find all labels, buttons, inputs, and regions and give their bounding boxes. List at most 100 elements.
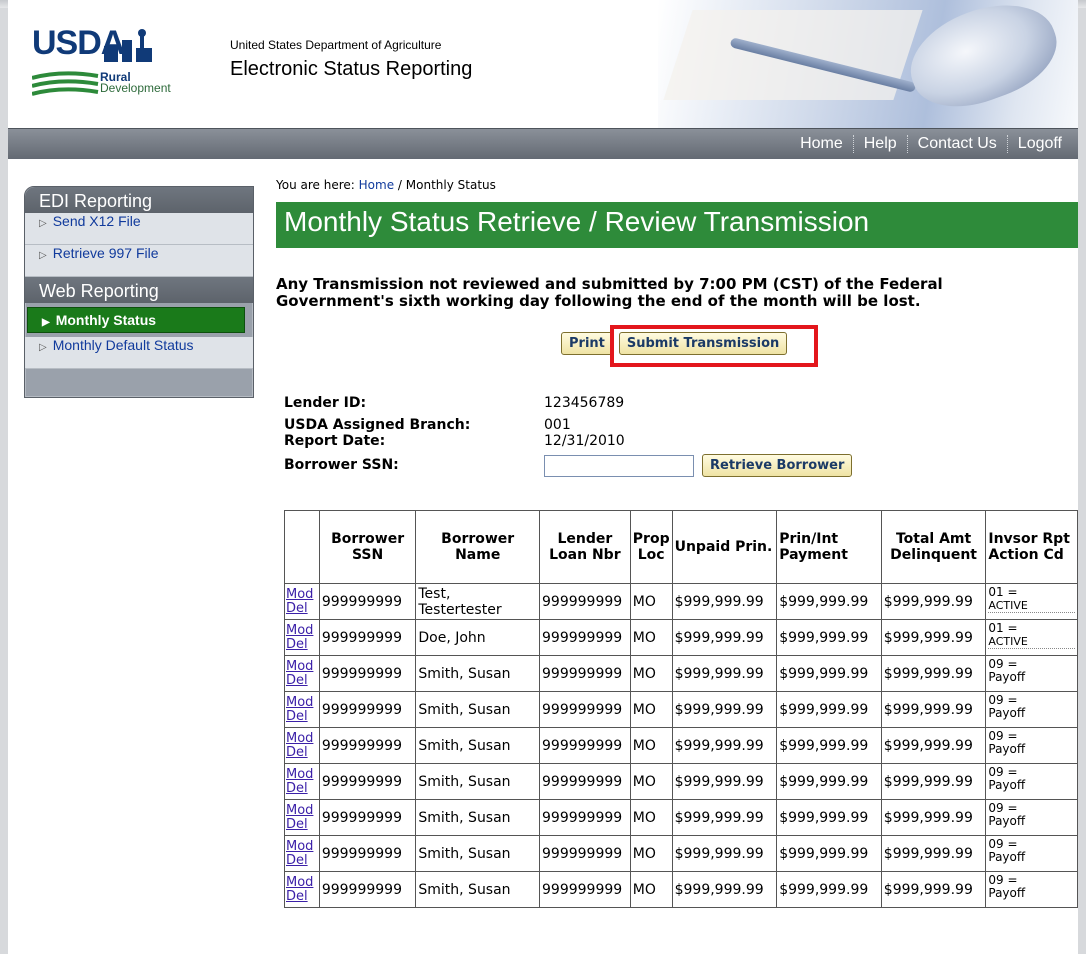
cell-loan: 999999999 <box>539 655 631 692</box>
lender-id-value: 123456789 <box>544 395 625 411</box>
modify-link[interactable]: Mod <box>286 587 318 602</box>
page-title: Monthly Status Retrieve / Review Transmi… <box>284 206 870 237</box>
cell-delinquent: $999,999.99 <box>880 799 987 836</box>
col-header-loc: Prop Loc <box>629 510 673 584</box>
action-description: Payoff <box>988 778 1026 792</box>
action-description: Payoff <box>988 850 1026 864</box>
cell-payment: $999,999.99 <box>776 871 882 908</box>
cell-name: Smith, Susan <box>415 655 540 692</box>
nav-help-link[interactable]: Help <box>852 135 907 153</box>
cell-payment: $999,999.99 <box>776 691 882 728</box>
logo-swoosh <box>32 71 99 96</box>
nav-contact-us-link[interactable]: Contact Us <box>906 135 1007 153</box>
action-code: 01 = <box>988 585 1018 599</box>
sidebar: EDI Reporting ▷ Send X12 File ▷ Retrieve 9… <box>24 186 254 398</box>
sidebar-item-monthly-status[interactable]: ▶ Monthly Status <box>27 307 245 333</box>
cell-ssn: 999999999 <box>318 691 417 728</box>
cell-action-cd[interactable]: 09 = Payoff <box>985 835 1078 872</box>
cell-action-cd[interactable]: 09 = Payoff <box>985 691 1078 728</box>
modify-link[interactable]: Mod <box>286 767 318 782</box>
cell-action-cd[interactable]: 01 = ACTIVE <box>985 619 1078 656</box>
delete-link[interactable]: Del <box>286 673 318 688</box>
cell-loan: 999999999 <box>539 619 631 656</box>
col-header-actions <box>284 510 320 584</box>
cell-loan: 999999999 <box>539 799 631 836</box>
highlight-box <box>610 325 818 367</box>
sidebar-item-label: Send X12 File <box>52 213 141 229</box>
row-actions: Mod Del <box>284 871 320 908</box>
table-body: Mod Del 999999999 Test, Testertester 9999999… <box>284 583 1078 908</box>
delete-link[interactable]: Del <box>286 745 318 760</box>
cell-ssn: 999999999 <box>318 727 417 764</box>
delete-link[interactable]: Del <box>286 889 318 904</box>
action-code: 01 = <box>988 621 1018 635</box>
delete-link[interactable]: Del <box>286 637 318 652</box>
deadline-warning: Any Transmission not reviewed and submit… <box>276 275 943 310</box>
row-actions: Mod Del <box>284 583 320 620</box>
breadcrumb-current: Monthly Status <box>405 178 496 192</box>
cell-action-cd[interactable]: 09 = Payoff <box>985 655 1078 692</box>
cell-ssn: 999999999 <box>318 835 417 872</box>
borrower-ssn-input[interactable] <box>544 455 694 477</box>
modify-link[interactable]: Mod <box>286 659 318 674</box>
delete-link[interactable]: Del <box>286 601 318 616</box>
modify-link[interactable]: Mod <box>286 839 318 854</box>
cell-name: Doe, John <box>415 619 540 656</box>
cell-action-cd[interactable]: 01 = ACTIVE <box>985 583 1078 620</box>
table-row: Mod Del 999999999 Smith, Susan 999999999 MO $9… <box>284 691 1078 728</box>
sidebar-item-retrieve-997[interactable]: ▷ Retrieve 997 File <box>25 245 253 277</box>
delete-link[interactable]: Del <box>286 853 318 868</box>
retrieve-borrower-button[interactable]: Retrieve Borrower <box>702 454 853 477</box>
modify-link[interactable]: Mod <box>286 875 318 890</box>
cell-action-cd[interactable]: 09 = Payoff <box>985 799 1078 836</box>
usda-logo[interactable]: USDA Rural Development <box>32 24 222 96</box>
cell-payment: $999,999.99 <box>776 835 882 872</box>
nav-home-link[interactable]: Home <box>790 135 853 153</box>
modify-link[interactable]: Mod <box>286 803 318 818</box>
sidebar-item-monthly-default-status[interactable]: ▷ Monthly Default Status <box>25 337 253 369</box>
cell-action-cd[interactable]: 09 = Payoff <box>985 763 1078 800</box>
print-button[interactable]: Print <box>561 332 613 355</box>
branch-label: USDA Assigned Branch: <box>284 417 471 433</box>
top-nav-bar: Home Help Contact Us Logoff <box>8 128 1078 159</box>
table-row: Mod Del 999999999 Smith, Susan 999999999 MO $9… <box>284 835 1078 872</box>
col-header-action-cd: Invsor Rpt Action Cd <box>985 510 1078 584</box>
nav-logoff-link[interactable]: Logoff <box>1006 135 1072 153</box>
cell-unpaid: $999,999.99 <box>671 619 778 656</box>
breadcrumb-home-link[interactable]: Home <box>359 178 394 192</box>
cell-delinquent: $999,999.99 <box>880 727 987 764</box>
modify-link[interactable]: Mod <box>286 695 318 710</box>
col-header-unpaid: Unpaid Prin. <box>671 510 778 584</box>
cell-action-cd[interactable]: 09 = Payoff <box>985 727 1078 764</box>
table-row: Mod Del 999999999 Smith, Susan 999999999 MO $9… <box>284 763 1078 800</box>
sidebar-item-label: Monthly Status <box>55 312 157 328</box>
triangle-right-icon: ▷ <box>39 218 47 229</box>
delete-link[interactable]: Del <box>286 817 318 832</box>
modify-link[interactable]: Mod <box>286 623 318 638</box>
page-title-bar: Monthly Status Retrieve / Review Transmi… <box>276 202 1078 248</box>
cell-payment: $999,999.99 <box>776 619 882 656</box>
cell-name: Smith, Susan <box>415 763 540 800</box>
borrower-ssn-label: Borrower SSN: <box>284 457 399 473</box>
action-description: Payoff <box>988 706 1026 720</box>
sidebar-item-send-x12[interactable]: ▷ Send X12 File <box>25 213 253 245</box>
action-description: Payoff <box>988 814 1026 828</box>
triangle-right-icon: ▶ <box>42 317 50 328</box>
action-description: ACTIVE <box>988 599 1075 613</box>
cell-loc: MO <box>629 763 673 800</box>
delete-link[interactable]: Del <box>286 781 318 796</box>
cell-action-cd[interactable]: 09 = Payoff <box>985 871 1078 908</box>
cell-name: Smith, Susan <box>415 799 540 836</box>
delete-link[interactable]: Del <box>286 709 318 724</box>
cell-loc: MO <box>629 691 673 728</box>
cell-payment: $999,999.99 <box>776 655 882 692</box>
cell-delinquent: $999,999.99 <box>880 583 987 620</box>
cell-ssn: 999999999 <box>318 871 417 908</box>
table-row: Mod Del 999999999 Test, Testertester 9999999… <box>284 583 1078 620</box>
header-banner-image <box>658 0 1078 128</box>
borrower-table: Borrower SSN Borrower Name Lender Loan N… <box>284 510 1078 908</box>
breadcrumb-prefix: You are here: <box>276 178 355 192</box>
col-header-ssn: Borrower SSN <box>318 510 417 584</box>
cell-loan: 999999999 <box>539 727 631 764</box>
modify-link[interactable]: Mod <box>286 731 318 746</box>
